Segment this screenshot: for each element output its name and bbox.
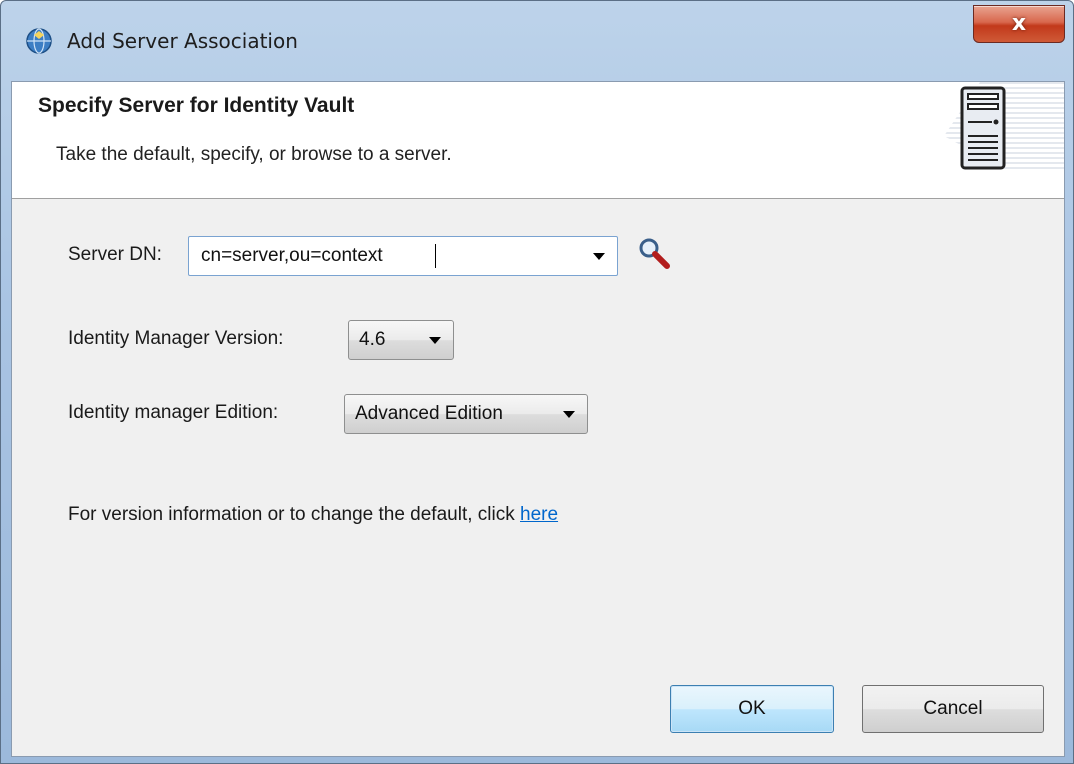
server-dn-combobox[interactable]: cn=server,ou=context xyxy=(188,236,618,276)
version-info-text: For version information or to change the… xyxy=(68,504,558,526)
server-dn-value[interactable]: cn=server,ou=context xyxy=(201,245,383,267)
chevron-down-icon xyxy=(429,337,441,344)
magnifier-icon[interactable] xyxy=(636,236,672,272)
chevron-down-icon[interactable] xyxy=(593,253,605,260)
idm-edition-label: Identity manager Edition: xyxy=(68,402,279,423)
globe-icon xyxy=(26,28,52,54)
idm-version-value: 4.6 xyxy=(359,329,386,350)
ok-button[interactable]: OK xyxy=(670,685,834,733)
version-info-label: For version information or to change the… xyxy=(68,504,521,525)
header-title: Specify Server for Identity Vault xyxy=(38,94,355,117)
here-link[interactable]: here xyxy=(520,504,558,525)
idm-version-label: Identity Manager Version: xyxy=(68,328,284,349)
window-title: Add Server Association xyxy=(67,29,298,53)
chevron-down-icon xyxy=(563,411,575,418)
idm-edition-dropdown[interactable]: Advanced Edition xyxy=(344,394,588,434)
text-cursor xyxy=(435,244,436,268)
dialog-client-area: Specify Server for Identity Vault Take t… xyxy=(11,81,1065,757)
server-dn-label: Server DN: xyxy=(68,244,162,265)
close-button[interactable]: x xyxy=(973,5,1065,43)
server-icon xyxy=(960,86,1006,170)
idm-version-dropdown[interactable]: 4.6 xyxy=(348,320,454,360)
title-bar[interactable]: Add Server Association x xyxy=(1,1,1073,81)
cancel-button[interactable]: Cancel xyxy=(862,685,1044,733)
header-description: Take the default, specify, or browse to … xyxy=(56,144,452,165)
dialog-window: Add Server Association x Specify Server … xyxy=(0,0,1074,764)
close-icon: x xyxy=(1011,11,1027,36)
wizard-header: Specify Server for Identity Vault Take t… xyxy=(12,82,1064,199)
idm-edition-value: Advanced Edition xyxy=(355,403,503,424)
